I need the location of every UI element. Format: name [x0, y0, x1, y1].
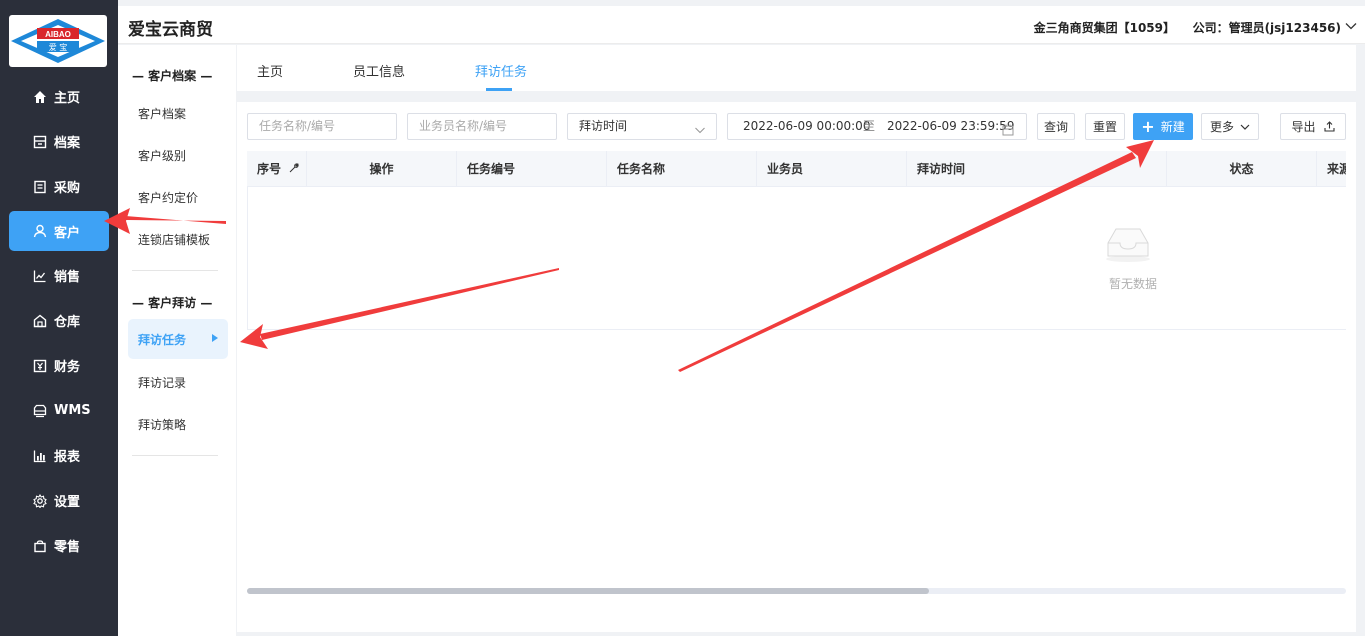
date-range-picker[interactable]: 2022-06-09 00:00:00 至 2022-06-09 23:59:5… [727, 113, 1027, 140]
svg-text:爱 宝: 爱 宝 [49, 42, 68, 52]
sidebar: AIBAO 爱 宝 主页 档案 采购 客户 销售 仓库 财务 WMS 报表 设置… [0, 0, 118, 636]
purchase-icon [32, 179, 48, 195]
column-header-source: 来源 [1317, 151, 1346, 186]
staff-search-input[interactable]: 业务员名称/编号 [407, 113, 557, 140]
more-button[interactable]: 更多 [1201, 113, 1259, 140]
bag-icon [32, 538, 48, 554]
horizontal-scrollbar-thumb[interactable] [247, 588, 929, 594]
submenu-item-customer-level[interactable]: 客户级别 [138, 147, 186, 164]
main-panel: 任务名称/编号 业务员名称/编号 拜访时间 2022-06-09 00:00:0… [237, 102, 1356, 632]
submenu-divider [132, 270, 218, 271]
plus-icon: + [1141, 116, 1155, 136]
nav-item-report[interactable]: 报表 [0, 433, 118, 478]
nav-item-retail[interactable]: 零售 [0, 523, 118, 568]
nav-item-wms[interactable]: WMS [0, 388, 118, 433]
archive-icon [32, 134, 48, 150]
query-button[interactable]: 查询 [1037, 113, 1075, 140]
sub-menu: — 客户档案 — 客户档案 客户级别 客户约定价 连锁店铺模板 — 客户拜访 —… [118, 45, 236, 636]
finance-icon [32, 358, 48, 374]
user-menu[interactable]: 公司：管理员(jsj123456) [1193, 19, 1341, 36]
empty-state-text: 暂无数据 [1109, 277, 1158, 291]
home-icon [32, 89, 48, 105]
chart-line-icon [32, 268, 48, 284]
column-header-visit-time: 拜访时间 [907, 151, 1167, 186]
nav-item-purchase[interactable]: 采购 [0, 164, 118, 209]
new-button-label: 新建 [1160, 120, 1185, 134]
nav-item-label: 销售 [54, 270, 81, 285]
column-header-staff: 业务员 [757, 151, 907, 186]
nav-item-label: WMS [54, 403, 91, 418]
svg-text:AIBAO: AIBAO [45, 30, 71, 39]
task-search-input[interactable]: 任务名称/编号 [247, 113, 397, 140]
submenu-group-customer-visit: — 客户拜访 — [132, 296, 213, 310]
export-button[interactable]: 导出 [1280, 113, 1346, 140]
submenu-divider [132, 455, 218, 456]
bar-chart-icon [32, 448, 48, 464]
topbar: 爱宝云商贸 金三角商贸集团【1059】 公司：管理员(jsj123456) [118, 6, 1365, 44]
nav-item-sales[interactable]: 销售 [0, 253, 118, 298]
column-header-action: 操作 [307, 151, 457, 186]
nav-item-label: 主页 [54, 91, 81, 106]
nav-item-warehouse[interactable]: 仓库 [0, 298, 118, 343]
nav-item-label: 客户 [54, 225, 81, 241]
nav-item-archive[interactable]: 档案 [0, 119, 118, 164]
tab-home[interactable]: 主页 [257, 61, 283, 80]
wrench-icon[interactable] [289, 162, 299, 176]
submenu-item-customer-archive[interactable]: 客户档案 [138, 105, 186, 122]
column-header-task-name: 任务名称 [607, 151, 757, 186]
nav-item-label: 财务 [54, 360, 81, 375]
submenu-item-visit-record[interactable]: 拜访记录 [138, 374, 186, 391]
date-end: 2022-06-09 23:59:59 [887, 119, 1015, 133]
tab-employee-info[interactable]: 员工信息 [353, 61, 405, 80]
reset-button[interactable]: 重置 [1085, 113, 1125, 140]
warehouse-icon [32, 313, 48, 329]
submenu-item-visit-strategy[interactable]: 拜访策略 [138, 416, 186, 433]
column-header-status: 状态 [1167, 151, 1317, 186]
aibao-logo[interactable]: AIBAO 爱 宝 [9, 15, 107, 67]
caret-right-icon [212, 334, 218, 342]
tab-visit-task[interactable]: 拜访任务 [475, 61, 527, 80]
app-title: 爱宝云商贸 [128, 20, 213, 40]
submenu-item-customer-price[interactable]: 客户约定价 [138, 189, 198, 206]
submenu-item-label: 拜访任务 [138, 332, 187, 347]
chevron-down-icon [694, 120, 706, 145]
nav-item-settings[interactable]: 设置 [0, 478, 118, 523]
nav-item-label: 档案 [54, 136, 81, 151]
more-button-label: 更多 [1209, 120, 1234, 134]
table-body: 暂无数据 [247, 187, 1346, 330]
nav-item-label: 报表 [54, 450, 81, 465]
nav-item-label: 零售 [54, 540, 81, 555]
company-name: 金三角商贸集团【1059】 [1033, 21, 1175, 35]
time-type-select[interactable]: 拜访时间 [567, 113, 717, 140]
date-start: 2022-06-09 00:00:00 [743, 119, 871, 133]
submenu-item-chain-template[interactable]: 连锁店铺模板 [138, 231, 210, 248]
nav-item-finance[interactable]: 财务 [0, 343, 118, 388]
nav-item-label: 采购 [54, 181, 81, 196]
empty-inbox-icon [1102, 223, 1154, 266]
chevron-down-icon [1240, 123, 1250, 131]
truck-icon [32, 403, 48, 419]
submenu-item-visit-task[interactable]: 拜访任务 [128, 319, 228, 359]
calendar-icon [1002, 120, 1014, 145]
main-nav: 主页 档案 采购 客户 销售 仓库 财务 WMS 报表 设置 零售 [0, 74, 118, 568]
chevron-down-icon[interactable] [1345, 20, 1357, 34]
nav-item-customer[interactable]: 客户 [9, 211, 109, 251]
date-separator: 至 [863, 119, 876, 133]
column-header-index[interactable]: 序号 [247, 151, 307, 186]
gear-icon [32, 493, 48, 509]
tab-bar: 主页 员工信息 拜访任务 [237, 45, 1356, 91]
new-button[interactable]: + 新建 [1133, 113, 1193, 140]
column-header-task-code: 任务编号 [457, 151, 607, 186]
active-tab-indicator [486, 88, 512, 91]
nav-item-home[interactable]: 主页 [0, 74, 118, 119]
user-icon [32, 223, 48, 239]
upload-icon [1323, 121, 1335, 132]
export-button-label: 导出 [1291, 120, 1316, 134]
nav-item-label: 设置 [54, 495, 81, 510]
select-value: 拜访时间 [579, 119, 628, 133]
table-header: 序号 操作 任务编号 任务名称 业务员 拜访时间 状态 来源 [247, 151, 1346, 187]
nav-item-label: 仓库 [54, 315, 81, 330]
submenu-group-customer-archive: — 客户档案 — [132, 69, 213, 83]
